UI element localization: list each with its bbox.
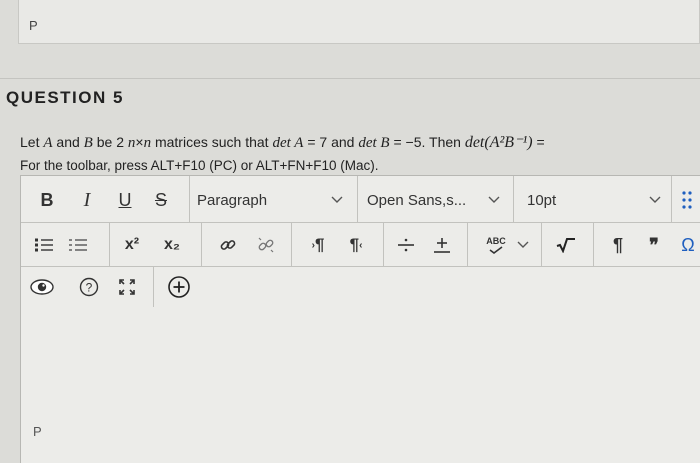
strikethrough-button[interactable]: S bbox=[151, 188, 171, 212]
underline-button[interactable]: U bbox=[115, 188, 135, 212]
size-select-value: 10pt bbox=[527, 191, 557, 209]
toolbar-hint: For the toolbar, press ALT+F10 (PC) or A… bbox=[20, 158, 379, 173]
rich-text-editor[interactable]: B I U S Paragraph Open Sans,s... 10pt x²… bbox=[20, 175, 700, 463]
question-divider bbox=[0, 78, 700, 79]
toolbar-separator bbox=[593, 223, 594, 267]
more-toolbar-icon[interactable] bbox=[677, 186, 699, 214]
paragraph-format-select[interactable]: Paragraph bbox=[197, 188, 347, 212]
chevron-down-icon[interactable] bbox=[515, 237, 531, 253]
blockquote-button[interactable]: ❞ bbox=[641, 234, 667, 256]
ltr-direction-button[interactable]: › ¶ bbox=[305, 234, 331, 256]
toolbar-separator bbox=[357, 176, 358, 223]
help-icon[interactable]: ? bbox=[77, 276, 101, 298]
toolbar-separator bbox=[109, 223, 110, 267]
previous-answer-box: P bbox=[18, 0, 700, 44]
font-select-value: Open Sans,s... bbox=[367, 191, 467, 209]
toolbar-row-2: x² x₂ › ¶ ¶ ‹ ABC ¶ ❞ Ω bbox=[21, 223, 700, 267]
chevron-down-icon bbox=[647, 192, 663, 208]
spellcheck-button[interactable]: ABC bbox=[481, 231, 511, 259]
add-content-icon[interactable] bbox=[167, 275, 191, 299]
fullscreen-icon[interactable] bbox=[115, 276, 139, 298]
toolbar-separator bbox=[671, 176, 672, 223]
toolbar-separator bbox=[201, 223, 202, 267]
editor-paragraph-label: P bbox=[33, 424, 42, 439]
special-character-button[interactable]: Ω bbox=[675, 234, 700, 256]
toolbar-separator bbox=[383, 223, 384, 267]
bullet-list-icon[interactable] bbox=[67, 235, 89, 255]
chevron-down-icon bbox=[329, 192, 345, 208]
toolbar-row-1: B I U S Paragraph Open Sans,s... 10pt bbox=[21, 176, 700, 223]
paragraph-mark-button[interactable]: ¶ bbox=[605, 234, 631, 256]
chevron-down-icon bbox=[486, 192, 502, 208]
insert-line-icon[interactable] bbox=[431, 234, 453, 256]
rtl-direction-button[interactable]: ¶ ‹ bbox=[343, 234, 369, 256]
toolbar-row-3: ? bbox=[21, 267, 700, 307]
unlink-icon[interactable] bbox=[255, 234, 277, 256]
previous-paragraph-label: P bbox=[29, 18, 38, 33]
font-size-select[interactable]: 10pt bbox=[527, 188, 627, 212]
paragraph-select-value: Paragraph bbox=[197, 191, 268, 209]
toolbar-separator bbox=[513, 176, 514, 223]
bold-button[interactable]: B bbox=[37, 188, 57, 212]
superscript-button[interactable]: x² bbox=[117, 233, 147, 257]
link-icon[interactable] bbox=[217, 234, 239, 256]
svg-text:?: ? bbox=[86, 281, 93, 295]
numbered-list-icon[interactable] bbox=[33, 235, 55, 255]
preview-eye-icon[interactable] bbox=[29, 276, 55, 298]
toolbar-separator bbox=[291, 223, 292, 267]
italic-button[interactable]: I bbox=[77, 188, 97, 212]
subscript-button[interactable]: x₂ bbox=[157, 233, 187, 257]
horizontal-rule-icon[interactable] bbox=[395, 234, 417, 256]
math-sqrt-icon[interactable] bbox=[553, 234, 579, 256]
toolbar-separator bbox=[153, 267, 154, 307]
toolbar-separator bbox=[189, 176, 190, 223]
toolbar-separator bbox=[541, 223, 542, 267]
question-text: Let A and B be 2 n×n matrices such that … bbox=[20, 134, 545, 151]
question-title: QUESTION 5 bbox=[6, 88, 124, 107]
toolbar-separator bbox=[467, 223, 468, 267]
